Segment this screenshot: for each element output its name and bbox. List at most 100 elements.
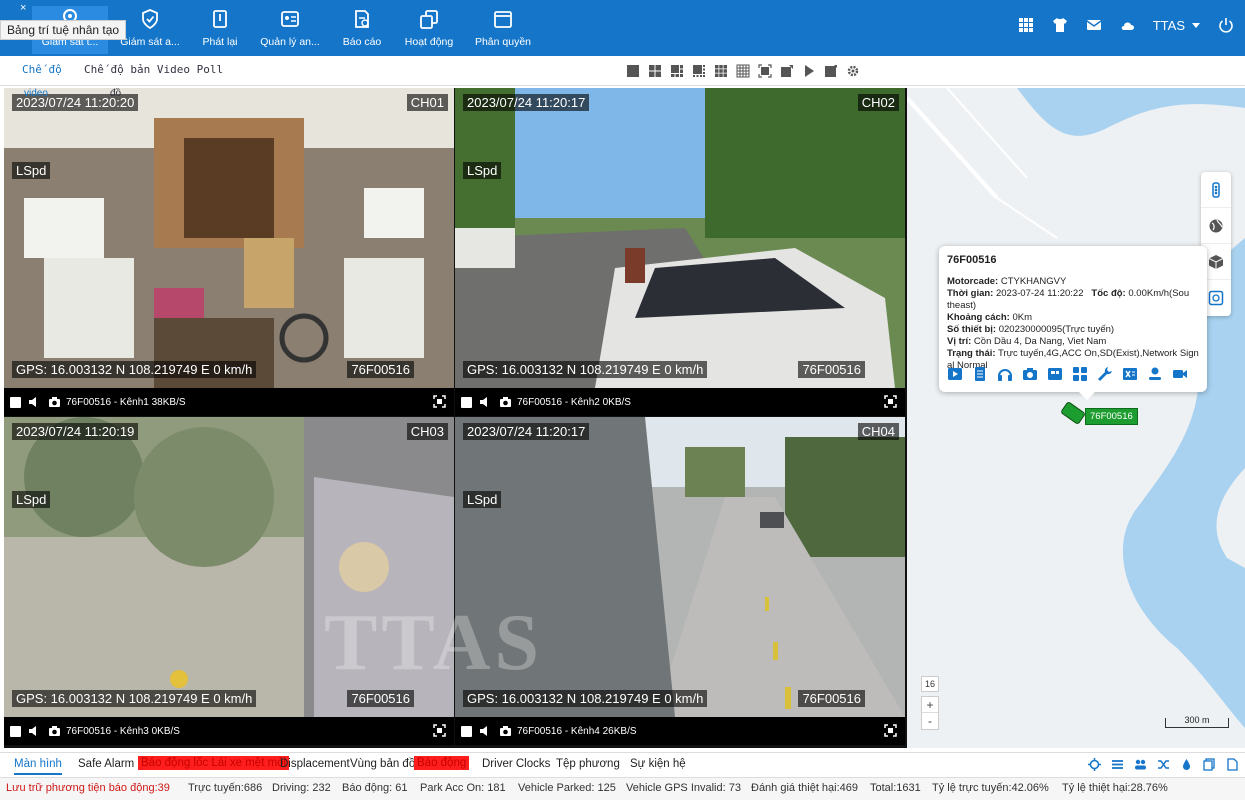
nav-item-security-management[interactable]: Quản lý an... — [252, 6, 328, 54]
tab-alarm[interactable]: Báo động — [414, 756, 470, 770]
speaker-icon[interactable] — [479, 396, 491, 408]
stop-icon[interactable] — [824, 64, 838, 78]
zoom-in-button[interactable]: + — [922, 697, 938, 713]
mail-icon[interactable] — [1085, 16, 1103, 34]
traffic-light-icon[interactable] — [1201, 172, 1231, 208]
copy-icon[interactable] — [1203, 758, 1216, 771]
tab-system-events[interactable]: Sự kiện hệ — [630, 758, 686, 770]
layout-8-icon[interactable] — [692, 64, 706, 78]
user-menu[interactable]: TTAS — [1153, 18, 1201, 33]
group-users-icon[interactable] — [1134, 758, 1147, 771]
grid-apps-icon[interactable] — [1017, 16, 1035, 34]
activity-icon — [420, 10, 438, 29]
lspd-label: LSpd — [12, 162, 51, 179]
locate-icon[interactable] — [1088, 758, 1101, 771]
globe-icon[interactable] — [1201, 208, 1231, 244]
video-cell-ch01[interactable]: 2023/07/24 11:20:20 CH01 LSpd GPS: 16.00… — [4, 88, 454, 416]
layout-6-icon[interactable] — [670, 64, 684, 78]
snapshot-camera-icon[interactable] — [48, 725, 61, 737]
tab-displacement[interactable]: Displacement — [280, 758, 350, 770]
video-play-icon[interactable] — [947, 366, 966, 382]
tab-fatigue-alarm[interactable]: Báo động lốc Lái xe mệt mỏi — [138, 756, 290, 770]
vehicle-info-popup: 76F00516 Motorcade: CTYKHANGVY Thời gian… — [939, 246, 1207, 400]
video-record-icon[interactable] — [1172, 366, 1191, 382]
select-checkbox[interactable] — [461, 726, 472, 737]
cloud-icon[interactable] — [1119, 16, 1137, 34]
layout-4-icon[interactable] — [648, 64, 662, 78]
fuel-drop-icon[interactable] — [1180, 758, 1193, 771]
shuffle-icon[interactable] — [1157, 758, 1170, 771]
message-icon[interactable] — [1047, 366, 1066, 382]
speaker-icon[interactable] — [28, 725, 40, 737]
report-icon — [355, 10, 369, 28]
wrench-icon[interactable] — [1097, 366, 1116, 382]
settings-gear-icon[interactable] — [846, 64, 860, 78]
expand-icon[interactable] — [884, 395, 897, 408]
channel-label: CH01 — [406, 94, 448, 111]
mode-tab[interactable]: Chế độ — [22, 63, 62, 76]
apps-icon[interactable] — [1072, 366, 1091, 382]
expand-icon[interactable] — [433, 395, 446, 408]
lspd-label: LSpd — [463, 491, 502, 508]
snapshot-icon[interactable] — [780, 64, 794, 78]
popup-row-distance: Khoảng cách: 0Km — [947, 312, 1032, 323]
map-panel[interactable]: 76F00516 Motorcade: CTYKHANGVY Thời gian… — [907, 88, 1245, 748]
tab-safe-alarm[interactable]: Safe Alarm — [78, 758, 134, 770]
stat-park-acc-on: Park Acc On: 181 — [420, 782, 506, 794]
nav-item-permissions[interactable]: Phân quyền — [465, 6, 541, 54]
subtab-video[interactable]: video — [24, 88, 48, 99]
video-poll-mode-tab[interactable]: Chế độ bản Video Poll — [84, 63, 223, 76]
speaker-icon[interactable] — [28, 396, 40, 408]
close-tooltip-icon[interactable]: × — [20, 2, 26, 14]
id-card-icon — [281, 11, 299, 27]
nav-item-playback[interactable]: Phát lại — [182, 6, 258, 54]
layout-9-icon[interactable] — [714, 64, 728, 78]
stat-gps-invalid: Vehicle GPS Invalid: 73 — [626, 782, 741, 794]
layout-1-icon[interactable] — [626, 64, 640, 78]
select-checkbox[interactable] — [10, 397, 21, 408]
play-icon[interactable] — [802, 64, 816, 78]
list-icon[interactable] — [1111, 758, 1124, 771]
zoom-control: + - — [921, 696, 939, 730]
zoom-out-button[interactable]: - — [922, 713, 938, 729]
select-checkbox[interactable] — [461, 397, 472, 408]
camera-capture-icon[interactable] — [1022, 366, 1041, 382]
user-location-icon[interactable] — [1147, 366, 1166, 382]
stat-driving: Driving: 232 — [272, 782, 331, 794]
video-cell-ch03[interactable]: 2023/07/24 11:20:19 CH03 LSpd GPS: 16.00… — [4, 417, 454, 745]
channel-label: CH03 — [406, 423, 448, 440]
stat-damage-rate: Tỷ lệ thiệt hại:28.76% — [1062, 782, 1168, 794]
excel-export-icon[interactable] — [1122, 366, 1141, 382]
expand-icon[interactable] — [433, 724, 446, 737]
tab-vehicle-file[interactable]: Tệp phương — [556, 758, 620, 770]
video-cell-ch02[interactable]: 2023/07/24 11:20:17 CH02 LSpd GPS: 16.00… — [455, 88, 905, 416]
nav-label: Giám sát a... — [120, 36, 180, 48]
nav-item-reports[interactable]: Báo cáo — [324, 6, 400, 54]
nav-item-activity[interactable]: Hoạt động — [391, 6, 467, 54]
snapshot-camera-icon[interactable] — [499, 725, 512, 737]
nav-label: Phát lại — [202, 36, 238, 48]
vehicle-marker-label[interactable]: 76F00516 — [1085, 408, 1138, 425]
plate-label: 76F00516 — [347, 690, 414, 707]
nav-label: Phân quyền — [474, 36, 532, 48]
file-icon[interactable] — [1226, 758, 1239, 771]
fullscreen-icon[interactable] — [758, 64, 772, 78]
power-icon[interactable] — [1217, 16, 1235, 34]
layout-16-icon[interactable] — [736, 64, 750, 78]
stat-damage-assessment: Đánh giá thiệt hại:469 — [751, 782, 859, 794]
video-cell-ch04[interactable]: 2023/07/24 11:20:17 CH04 LSpd GPS: 16.00… — [455, 417, 905, 745]
document-icon[interactable] — [972, 366, 991, 382]
tab-map-zone[interactable]: Vùng bản đồ — [350, 758, 415, 770]
tab-driver-clocks[interactable]: Driver Clocks — [482, 758, 550, 770]
tab-screen[interactable]: Màn hình — [14, 758, 62, 775]
snapshot-camera-icon[interactable] — [499, 396, 512, 408]
expand-icon[interactable] — [884, 724, 897, 737]
stat-total: Total:1631 — [870, 782, 921, 794]
stat-alarm-storage: Lưu trữ phương tiện báo động:39 — [6, 782, 170, 794]
subtab-map[interactable]: đồ — [110, 88, 121, 99]
select-checkbox[interactable] — [10, 726, 21, 737]
speaker-icon[interactable] — [479, 725, 491, 737]
shirt-icon[interactable] — [1051, 16, 1069, 34]
snapshot-camera-icon[interactable] — [48, 396, 61, 408]
headphone-icon[interactable] — [997, 366, 1016, 382]
